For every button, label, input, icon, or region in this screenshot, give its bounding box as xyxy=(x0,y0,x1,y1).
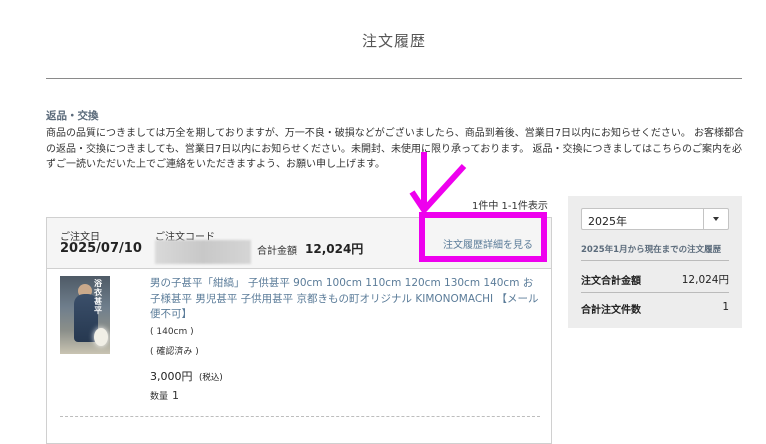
year-select-button[interactable] xyxy=(703,209,728,229)
product-thumbnail[interactable]: 浴衣甚平 xyxy=(60,276,110,354)
year-select-value: 2025年 xyxy=(588,215,627,228)
returns-text: 商品の品質につきましては万全を期しておりますが、万一不良・破損などがございました… xyxy=(46,128,745,170)
summary-divider xyxy=(581,292,729,293)
price-tax: (税込) xyxy=(199,373,223,383)
qty-label: 数量 xyxy=(150,392,169,402)
order-total: 12,024円 xyxy=(305,242,364,256)
highlight-box xyxy=(419,212,547,262)
summary-total-label: 注文合計金額 xyxy=(581,276,641,287)
order-code-redacted xyxy=(155,240,251,264)
returns-heading: 返品・交換 xyxy=(46,110,99,122)
chevron-down-icon xyxy=(713,217,719,221)
product-quantity: 数量 1 xyxy=(150,389,179,402)
history-period: 2025年1月から現在までの注文履歴 xyxy=(581,245,722,255)
page-title: 注文履歴 xyxy=(361,32,426,50)
summary-divider xyxy=(581,260,729,261)
order-total-label: 合計金額 xyxy=(257,246,297,257)
summary-count-label: 合計注文件数 xyxy=(581,305,641,316)
year-select[interactable]: 2025年 xyxy=(581,208,729,230)
thumb-title-text: 浴衣甚平 xyxy=(94,279,102,315)
qty-value: 1 xyxy=(172,389,180,402)
title-divider xyxy=(46,78,742,79)
summary-total-value: 12,024円 xyxy=(681,274,729,286)
arrow-down-icon xyxy=(409,152,467,213)
order-summary-panel: 2025年 2025年1月から現在までの注文履歴 注文合計金額 12,024円 … xyxy=(568,196,742,328)
product-price: 3,000円 (税込) xyxy=(150,368,223,384)
product-status: ( 確認済み ) xyxy=(150,347,199,357)
product-size: ( 140cm ) xyxy=(150,327,194,337)
thumb-lantern xyxy=(94,328,108,346)
item-divider xyxy=(60,416,540,417)
summary-count-value: 1 xyxy=(722,301,729,313)
order-date: 2025/07/10 xyxy=(60,241,142,256)
product-name-link[interactable]: 男の子甚平「紺縞」 子供甚平 90cm 100cm 110cm 120cm 13… xyxy=(150,276,540,323)
price-value: 3,000円 xyxy=(150,370,193,383)
arrow-head xyxy=(409,163,467,213)
